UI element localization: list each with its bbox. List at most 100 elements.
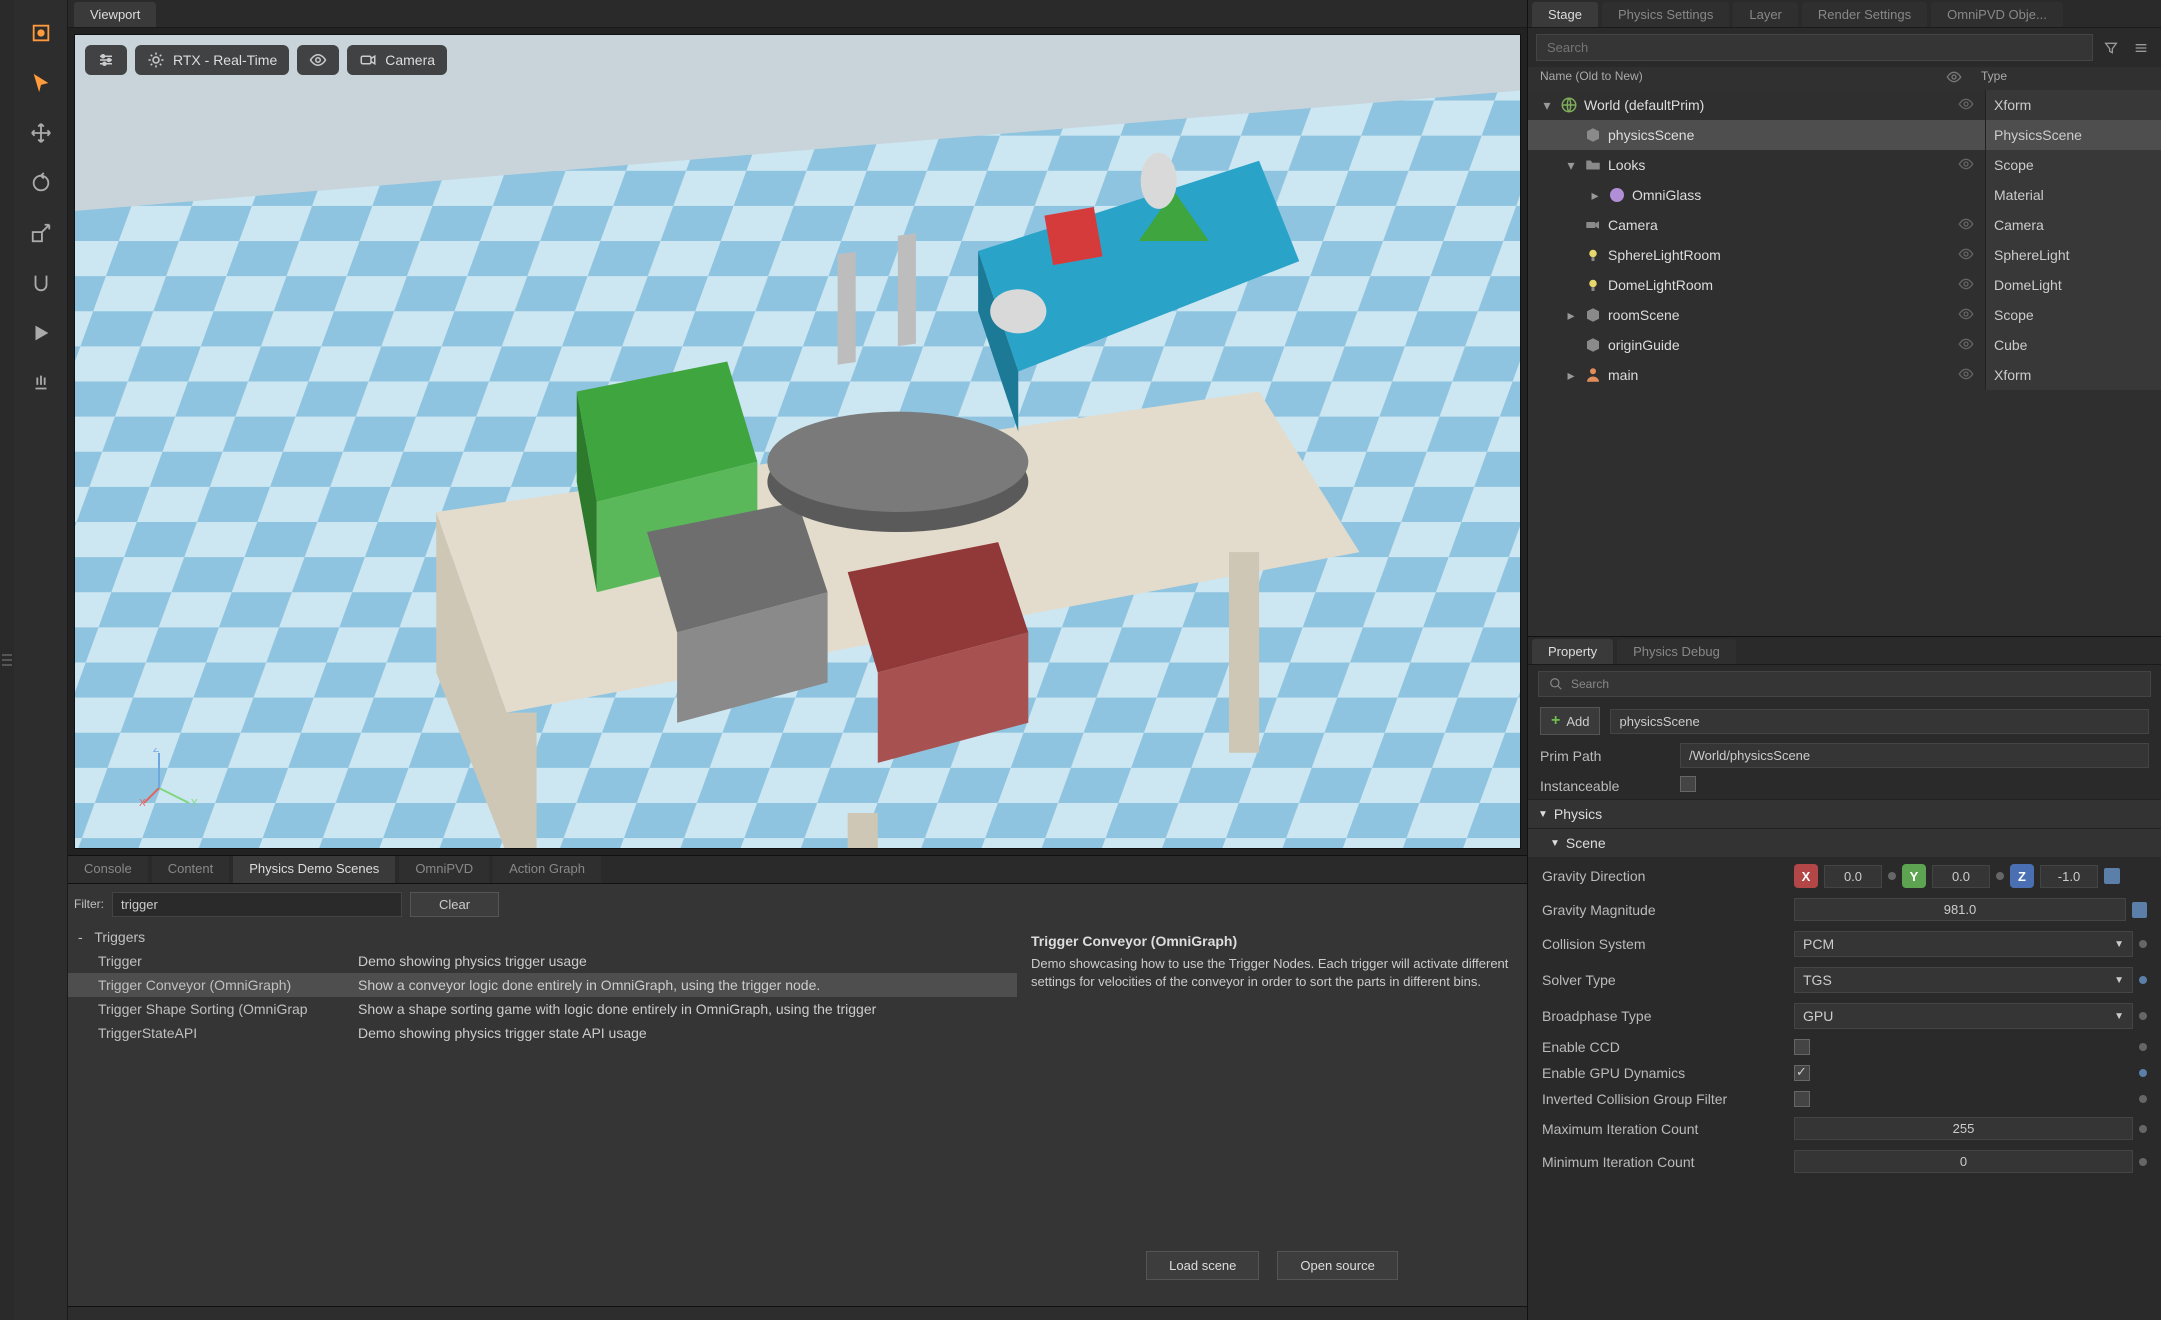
reset-dot[interactable] (2139, 1043, 2147, 1051)
stage-row-name: roomScene (1608, 307, 1947, 323)
stage-header-name[interactable]: Name (Old to New) (1540, 69, 1935, 88)
collision-select[interactable]: PCM▼ (1794, 931, 2133, 957)
prim-name-input[interactable] (1610, 709, 2149, 734)
tool-move[interactable] (22, 114, 60, 152)
viewport-settings-icon[interactable] (85, 45, 127, 75)
tool-scale[interactable] (22, 214, 60, 252)
gpu-dyn-checkbox[interactable] (1794, 1065, 1810, 1081)
gravity-mag-input[interactable] (1794, 898, 2126, 921)
expand-icon[interactable]: ▸ (1564, 307, 1578, 324)
link-dot[interactable] (1888, 872, 1896, 880)
axis-gizmo[interactable]: Y X Z (139, 748, 199, 808)
demo-row[interactable]: TriggerStateAPIDemo showing physics trig… (68, 1021, 1017, 1045)
stage-row[interactable]: CameraCamera (1528, 210, 2161, 240)
stage-row[interactable]: physicsScenePhysicsScene (1528, 120, 2161, 150)
open-source-button[interactable]: Open source (1277, 1251, 1397, 1280)
demo-group[interactable]: - Triggers (68, 925, 1017, 949)
tool-snap[interactable] (22, 264, 60, 302)
visibility-icon[interactable] (1947, 246, 1985, 265)
stage-tab[interactable]: Physics Settings (1602, 2, 1729, 27)
stage-tab[interactable]: Layer (1733, 2, 1798, 27)
link-dot[interactable] (1996, 872, 2004, 880)
visibility-icon[interactable] (1947, 96, 1985, 115)
section-scene[interactable]: ▼Scene (1528, 828, 2161, 857)
stage-row[interactable]: ▸OmniGlassMaterial (1528, 180, 2161, 210)
load-scene-button[interactable]: Load scene (1146, 1251, 1259, 1280)
demo-row[interactable]: Trigger Shape Sorting (OmniGrapShow a sh… (68, 997, 1017, 1021)
visibility-icon[interactable] (1947, 306, 1985, 325)
stage-row[interactable]: ▸mainXform (1528, 360, 2161, 390)
demo-row[interactable]: TriggerDemo showing physics trigger usag… (68, 949, 1017, 973)
expand-icon[interactable]: ▾ (1564, 157, 1578, 174)
stage-row[interactable]: DomeLightRoomDomeLight (1528, 270, 2161, 300)
reset-dot[interactable] (2139, 1069, 2147, 1077)
reset-dot[interactable] (2139, 1095, 2147, 1103)
stage-options-icon[interactable] (2129, 36, 2153, 60)
expand-icon[interactable]: ▸ (1564, 367, 1578, 384)
visibility-icon[interactable] (1947, 276, 1985, 295)
tab-viewport[interactable]: Viewport (74, 2, 156, 27)
expand-icon[interactable]: ▾ (1540, 97, 1554, 114)
gravity-z-input[interactable] (2040, 865, 2098, 888)
broadphase-select[interactable]: GPU▼ (1794, 1003, 2133, 1029)
prim-path-input[interactable] (1680, 743, 2149, 768)
min-iter-input[interactable] (1794, 1150, 2133, 1173)
reset-dot[interactable] (2139, 1012, 2147, 1020)
bottom-tab-physics-demo-scenes[interactable]: Physics Demo Scenes (233, 856, 395, 883)
render-mode-dropdown[interactable]: RTX - Real-Time (135, 45, 289, 75)
tool-physics-step[interactable] (22, 364, 60, 402)
add-property-button[interactable]: +Add (1540, 707, 1600, 735)
bottom-tab-omnipvd[interactable]: OmniPVD (399, 856, 489, 883)
bottom-tab-action-graph[interactable]: Action Graph (493, 856, 601, 883)
ccd-checkbox[interactable] (1794, 1039, 1810, 1055)
reset-dot[interactable] (2139, 1158, 2147, 1166)
gravity-x-input[interactable] (1824, 865, 1882, 888)
section-physics[interactable]: ▼Physics (1528, 799, 2161, 828)
filter-input[interactable] (112, 892, 402, 917)
tool-play[interactable] (22, 314, 60, 352)
instanceable-checkbox[interactable] (1680, 776, 1696, 792)
property-tab[interactable]: Physics Debug (1617, 639, 1736, 664)
window-grip[interactable] (0, 0, 14, 1320)
reset-dot[interactable] (2139, 1125, 2147, 1133)
property-search[interactable]: Search (1538, 671, 2151, 697)
max-iter-input[interactable] (1794, 1117, 2133, 1140)
tool-frame[interactable] (22, 14, 60, 52)
property-tab[interactable]: Property (1532, 639, 1613, 664)
bottom-tab-console[interactable]: Console (68, 856, 148, 883)
stage-search-input[interactable] (1536, 34, 2093, 61)
stage-tab[interactable]: Render Settings (1802, 2, 1927, 27)
stage-row[interactable]: ▾LooksScope (1528, 150, 2161, 180)
viewport-visibility-icon[interactable] (297, 45, 339, 75)
reset-dot[interactable] (2132, 902, 2147, 918)
gravity-y-input[interactable] (1932, 865, 1990, 888)
visibility-icon[interactable] (1947, 366, 1985, 385)
stage-row[interactable]: originGuideCube (1528, 330, 2161, 360)
reset-dot[interactable] (2104, 868, 2120, 884)
visibility-icon[interactable] (1947, 336, 1985, 355)
solver-select[interactable]: TGS▼ (1794, 967, 2133, 993)
demo-list[interactable]: - Triggers TriggerDemo showing physics t… (68, 925, 1017, 1307)
stage-tab[interactable]: Stage (1532, 2, 1598, 27)
clear-filter-button[interactable]: Clear (410, 892, 499, 917)
visibility-icon[interactable] (1947, 156, 1985, 175)
reset-dot[interactable] (2139, 976, 2147, 984)
bottom-tab-content[interactable]: Content (152, 856, 230, 883)
stage-filter-icon[interactable] (2099, 36, 2123, 60)
stage-tree[interactable]: ▾World (defaultPrim)XformphysicsScenePhy… (1528, 90, 2161, 636)
stage-tab[interactable]: OmniPVD Obje... (1931, 2, 2063, 27)
stage-row[interactable]: SphereLightRoomSphereLight (1528, 240, 2161, 270)
tool-select[interactable] (22, 64, 60, 102)
stage-row[interactable]: ▾World (defaultPrim)Xform (1528, 90, 2161, 120)
demo-row[interactable]: Trigger Conveyor (OmniGraph)Show a conve… (68, 973, 1017, 997)
camera-dropdown[interactable]: Camera (347, 45, 447, 75)
stage-row[interactable]: ▸roomSceneScope (1528, 300, 2161, 330)
viewport-3d[interactable]: RTX - Real-Time Camera Y X Z (74, 34, 1521, 849)
inv-coll-checkbox[interactable] (1794, 1091, 1810, 1107)
expand-icon[interactable]: ▸ (1588, 187, 1602, 204)
stage-header[interactable]: Name (Old to New) Type (1528, 67, 2161, 90)
stage-header-type[interactable]: Type (1973, 69, 2149, 88)
visibility-icon[interactable] (1947, 216, 1985, 235)
reset-dot[interactable] (2139, 940, 2147, 948)
tool-rotate[interactable] (22, 164, 60, 202)
